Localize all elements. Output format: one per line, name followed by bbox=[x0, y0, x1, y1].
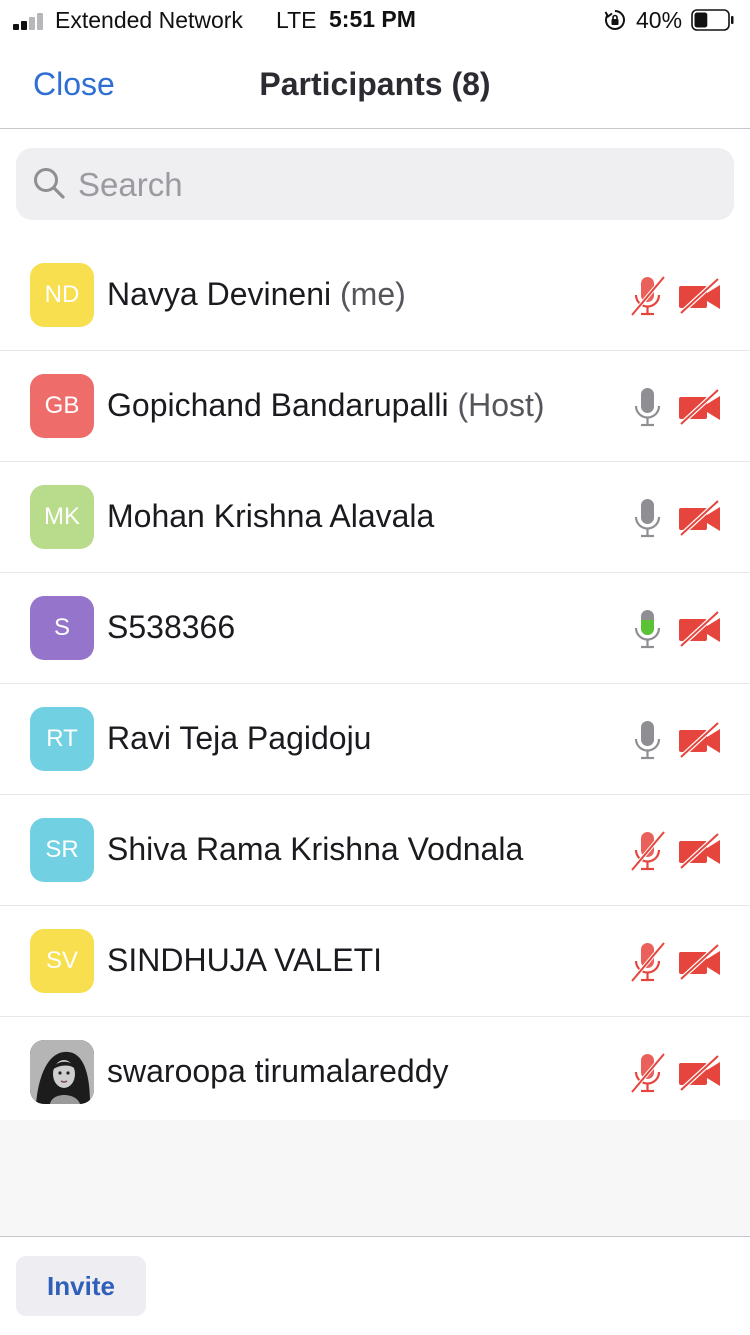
mic-muted-icon bbox=[628, 941, 668, 988]
participant-name-text: S538366 bbox=[107, 609, 236, 645]
page-title: Participants (8) bbox=[259, 66, 491, 102]
participant-name: SINDHUJA VALETI bbox=[107, 942, 382, 979]
battery-icon bbox=[691, 9, 734, 31]
video-off-icon bbox=[678, 721, 722, 763]
status-bar: Extended Network LTE 5:51 PM 40% bbox=[0, 0, 750, 40]
footer-toolbar: Invite bbox=[0, 1236, 750, 1335]
avatar: ND bbox=[30, 263, 94, 327]
participant-name-text: Mohan Krishna Alavala bbox=[107, 498, 435, 534]
mic-muted-icon bbox=[628, 830, 668, 877]
video-off-icon bbox=[678, 943, 722, 985]
participant-row[interactable]: MK Mohan Krishna Alavala bbox=[0, 462, 750, 573]
search-input[interactable] bbox=[76, 148, 720, 222]
avatar: RT bbox=[30, 707, 94, 771]
avatar: SR bbox=[30, 818, 94, 882]
video-off-icon bbox=[678, 499, 722, 541]
avatar: SV bbox=[30, 929, 94, 993]
video-off-icon bbox=[678, 1054, 722, 1096]
invite-button[interactable]: Invite bbox=[16, 1256, 146, 1316]
participant-row[interactable]: SR Shiva Rama Krishna Vodnala bbox=[0, 795, 750, 906]
participant-name-text: Ravi Teja Pagidoju bbox=[107, 720, 372, 756]
video-off-icon bbox=[678, 610, 722, 652]
avatar: GB bbox=[30, 374, 94, 438]
participant-list: ND Navya Devineni (me) GB Gopichand Bandaru… bbox=[0, 240, 750, 1127]
search-bar bbox=[16, 148, 734, 222]
participant-name-text: SINDHUJA VALETI bbox=[107, 942, 383, 978]
participant-role-tag: (Host) bbox=[457, 387, 545, 423]
cellular-signal-icon bbox=[13, 12, 47, 30]
participant-name: Gopichand Bandarupalli (Host) bbox=[107, 387, 545, 424]
participant-name-text: swaroopa tirumalareddy bbox=[107, 1053, 449, 1089]
participant-name-text: Navya Devineni bbox=[107, 276, 332, 312]
nav-bar: Close Participants (8) bbox=[0, 40, 750, 129]
carrier-name: Extended Network bbox=[55, 7, 243, 33]
battery-percentage: 40% bbox=[636, 7, 683, 33]
participant-name-text: Shiva Rama Krishna Vodnala bbox=[107, 831, 524, 867]
participant-name: Mohan Krishna Alavala bbox=[107, 498, 434, 535]
avatar-photo bbox=[30, 1040, 94, 1104]
rotation-lock-icon bbox=[604, 10, 625, 30]
participant-name: Navya Devineni (me) bbox=[107, 276, 406, 313]
participant-row[interactable]: GB Gopichand Bandarupalli (Host) bbox=[0, 351, 750, 462]
avatar: S bbox=[30, 596, 94, 660]
participant-row[interactable]: SV SINDHUJA VALETI bbox=[0, 906, 750, 1017]
participant-name: Shiva Rama Krishna Vodnala bbox=[107, 831, 523, 868]
participant-name: S538366 bbox=[107, 609, 235, 646]
participant-name-text: Gopichand Bandarupalli bbox=[107, 387, 449, 423]
search-icon bbox=[34, 168, 65, 199]
list-empty-area bbox=[0, 1120, 750, 1236]
video-off-icon bbox=[678, 832, 722, 874]
mic-icon bbox=[628, 386, 668, 433]
signal-bar bbox=[29, 17, 35, 30]
participant-name: swaroopa tirumalareddy bbox=[107, 1053, 449, 1090]
mic-muted-icon bbox=[628, 1052, 668, 1099]
status-time: 5:51 PM bbox=[329, 6, 416, 32]
signal-bar bbox=[21, 21, 27, 30]
participant-name: Ravi Teja Pagidoju bbox=[107, 720, 371, 757]
video-off-icon bbox=[678, 277, 722, 319]
participant-row[interactable]: ND Navya Devineni (me) bbox=[0, 240, 750, 351]
participant-row[interactable]: S S538366 bbox=[0, 573, 750, 684]
avatar: MK bbox=[30, 485, 94, 549]
signal-bar bbox=[37, 13, 43, 30]
mic-icon bbox=[628, 497, 668, 544]
network-type: LTE bbox=[276, 7, 317, 33]
participant-row[interactable]: RT Ravi Teja Pagidoju bbox=[0, 684, 750, 795]
mic-icon bbox=[628, 719, 668, 766]
participant-role-tag: (me) bbox=[340, 276, 406, 312]
mic-speaking-icon bbox=[628, 608, 668, 655]
mic-muted-icon bbox=[628, 275, 668, 322]
participant-row[interactable]: swaroopa tirumalareddy bbox=[0, 1017, 750, 1127]
signal-bar bbox=[13, 24, 19, 30]
video-off-icon bbox=[678, 388, 722, 430]
